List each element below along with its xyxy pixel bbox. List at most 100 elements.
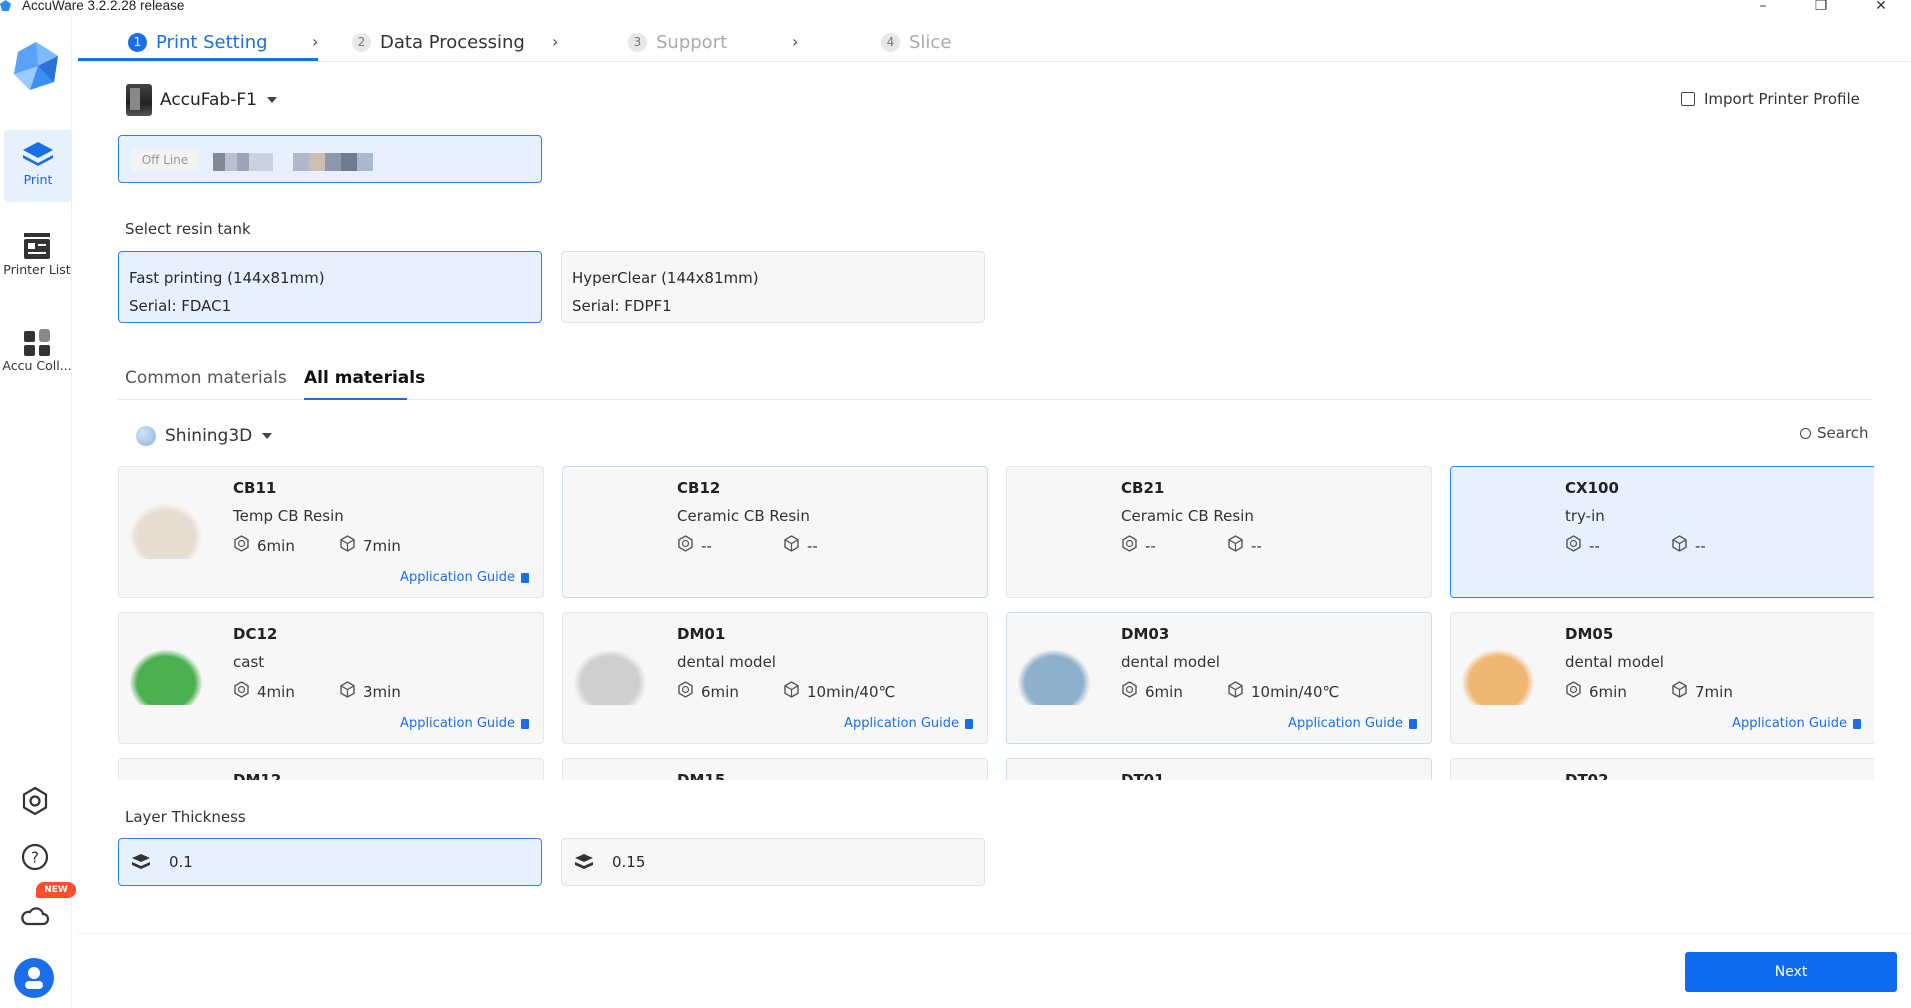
material-code: DM12 <box>233 771 282 780</box>
print-time-value: -- <box>1145 536 1156 555</box>
print-time: 4min <box>233 681 295 702</box>
printer-selector[interactable]: AccuFab-F1 <box>126 84 277 116</box>
layer-stack-icon <box>132 854 150 869</box>
material-card-dt02[interactable]: DT02 <box>1450 758 1874 780</box>
material-card-dc12[interactable]: DC12 cast 4min 3min Application Guide <box>118 612 544 744</box>
book-icon <box>1853 718 1861 729</box>
step-data-processing[interactable]: 2 Data Processing <box>352 32 525 53</box>
step-print-setting[interactable]: 1 Print Setting <box>128 32 268 53</box>
material-description: Ceramic CB Resin <box>1121 507 1254 525</box>
material-description: dental model <box>1565 653 1664 671</box>
tab-all-materials[interactable]: All materials <box>304 368 425 388</box>
application-guide-link[interactable]: Application Guide <box>1288 716 1417 731</box>
application-guide-label: Application Guide <box>400 716 515 731</box>
material-card-dm12[interactable]: DM12 <box>118 758 544 780</box>
step-number: 4 <box>881 33 900 52</box>
post-cure-value: 10min/40℃ <box>807 682 896 701</box>
material-code: CB11 <box>233 479 277 497</box>
brand-selector[interactable]: Shining3D <box>136 426 273 446</box>
print-time-icon <box>677 535 701 556</box>
post-cure-value: 7min <box>1695 682 1733 701</box>
tank-option-fast-printing[interactable]: Fast printing (144x81mm) Serial: FDAC1 <box>118 251 542 323</box>
print-time: 6min <box>1121 681 1183 702</box>
status-badge: Off Line <box>131 149 199 171</box>
post-cure-time: 7min <box>1671 681 1733 702</box>
settings-icon[interactable] <box>18 784 52 818</box>
chevron-down-icon <box>266 97 277 103</box>
step-label: Data Processing <box>380 32 525 53</box>
materials-grid[interactable]: CB11 Temp CB Resin 6min 7min Application Gui… <box>116 464 1874 780</box>
post-cure-value: -- <box>1695 536 1706 555</box>
step-slice[interactable]: 4 Slice <box>881 32 951 53</box>
next-button[interactable]: Next <box>1685 952 1897 992</box>
print-time-icon <box>677 681 701 702</box>
footer-divider <box>78 933 1911 934</box>
globe-icon <box>136 426 156 446</box>
post-cure-value: 7min <box>363 536 401 555</box>
import-label: Import Printer Profile <box>1704 90 1860 108</box>
material-description: dental model <box>1121 653 1220 671</box>
application-guide-label: Application Guide <box>1288 716 1403 731</box>
application-guide-link[interactable]: Application Guide <box>844 716 973 731</box>
sidebar-item-accu-collection[interactable]: Accu Coll... <box>2 326 72 396</box>
step-support[interactable]: 3 Support <box>628 32 727 53</box>
material-description: Ceramic CB Resin <box>677 507 810 525</box>
sidebar-item-print[interactable]: Print <box>4 130 72 202</box>
print-time-icon <box>1121 681 1145 702</box>
printer-status-box[interactable]: Off Line <box>118 135 542 183</box>
tank-name: Fast printing (144x81mm) <box>129 269 325 287</box>
chevron-down-icon <box>262 433 273 439</box>
layer-value: 0.15 <box>612 853 646 871</box>
user-avatar-icon[interactable] <box>14 958 54 998</box>
application-guide-link[interactable]: Application Guide <box>400 570 529 585</box>
tank-option-hyperclear[interactable]: HyperClear (144x81mm) Serial: FDPF1 <box>561 251 985 323</box>
material-card-dt01[interactable]: DT01 <box>1006 758 1432 780</box>
print-time: -- <box>1121 535 1156 556</box>
app-logo-icon <box>0 0 11 11</box>
help-icon[interactable]: ? <box>18 840 52 874</box>
material-card-cx100[interactable]: CX100 try-in -- -- <box>1450 466 1874 598</box>
sidebar-item-label: Print <box>23 172 53 187</box>
layer-option-0-15[interactable]: 0.15 <box>561 838 985 886</box>
post-cure-time: 10min/40℃ <box>1227 681 1339 702</box>
print-time-icon <box>233 681 257 702</box>
tab-common-materials[interactable]: Common materials <box>125 368 287 388</box>
print-time-icon <box>1121 535 1145 556</box>
sidebar-item-printer-list[interactable]: Printer List <box>2 230 72 300</box>
material-card-dm15[interactable]: DM15 <box>562 758 988 780</box>
search-button[interactable]: Search <box>1800 424 1869 442</box>
material-card-dm03[interactable]: DM03 dental model 6min 10min/40℃ Application… <box>1006 612 1432 744</box>
layer-option-0-1[interactable]: 0.1 <box>118 838 542 886</box>
import-printer-profile-button[interactable]: Import Printer Profile <box>1681 90 1860 108</box>
material-card-cb21[interactable]: CB21 Ceramic CB Resin -- -- <box>1006 466 1432 598</box>
svg-text:?: ? <box>31 849 39 867</box>
material-card-cb12[interactable]: CB12 Ceramic CB Resin -- -- <box>562 466 988 598</box>
cloud-icon[interactable] <box>18 898 52 932</box>
window-title: AccuWare 3.2.2.28 release <box>22 0 185 13</box>
print-time-value: -- <box>1589 536 1600 555</box>
application-guide-label: Application Guide <box>844 716 959 731</box>
printer-icon <box>126 84 152 116</box>
material-thumbnail <box>129 503 203 559</box>
material-card-dm05[interactable]: DM05 dental model 6min 7min Application Guid… <box>1450 612 1874 744</box>
title-bar: AccuWare 3.2.2.28 release – ❐ ✕ <box>0 0 1911 14</box>
post-cure-icon <box>339 535 363 556</box>
application-guide-link[interactable]: Application Guide <box>400 716 529 731</box>
tank-serial: Serial: FDPF1 <box>572 297 672 315</box>
post-cure-icon <box>1671 535 1695 556</box>
print-time-value: 6min <box>701 682 739 701</box>
import-icon <box>1681 92 1695 106</box>
print-time-icon <box>1565 535 1589 556</box>
material-card-cb11[interactable]: CB11 Temp CB Resin 6min 7min Application Gui… <box>118 466 544 598</box>
material-description: try-in <box>1565 507 1605 525</box>
print-time-icon <box>1565 681 1589 702</box>
step-label: Slice <box>909 32 952 53</box>
redacted-ip <box>293 153 373 171</box>
application-guide-link[interactable]: Application Guide <box>1732 716 1861 731</box>
material-card-dm01[interactable]: DM01 dental model 6min 10min/40℃ Application… <box>562 612 988 744</box>
search-icon <box>1800 427 1811 439</box>
step-label: Support <box>656 32 728 53</box>
print-time-value: 4min <box>257 682 295 701</box>
print-time: -- <box>1565 535 1600 556</box>
layer-value: 0.1 <box>169 853 193 871</box>
